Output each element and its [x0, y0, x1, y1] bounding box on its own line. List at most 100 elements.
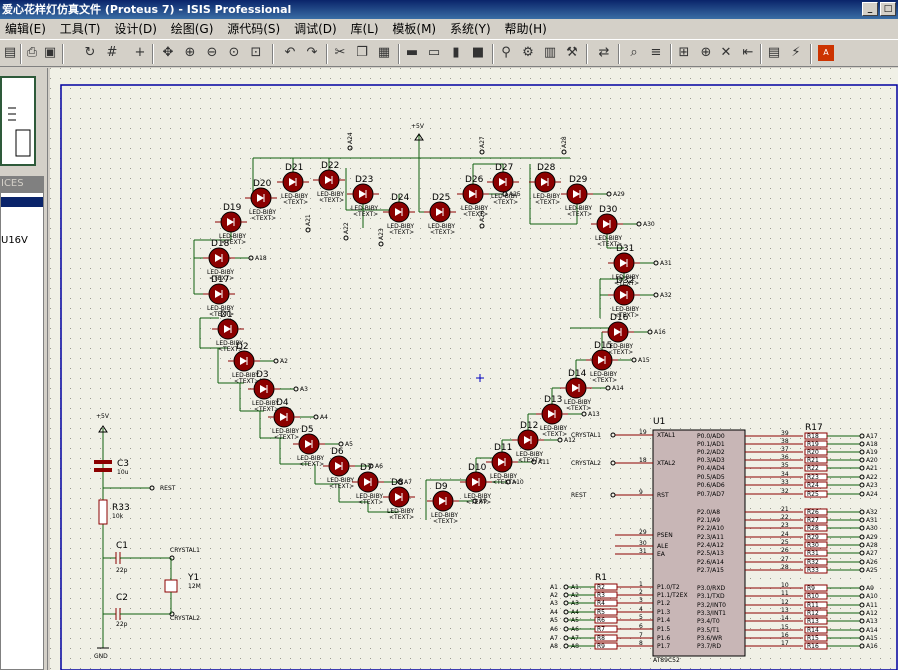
led-text-placeholder[interactable]: <TEXT>: [353, 211, 378, 218]
overview-window[interactable]: [0, 76, 36, 166]
led-net-label[interactable]: A16: [654, 329, 666, 336]
led-ref[interactable]: D3: [256, 370, 269, 380]
copy-icon[interactable]: ❐: [354, 45, 370, 61]
led-ref[interactable]: D19: [223, 203, 242, 213]
pick-device-icon[interactable]: ⚲: [498, 45, 514, 61]
add-sheet-icon[interactable]: ⊕: [698, 45, 714, 61]
schematic-svg[interactable]: +5VD21LED-BIBY<TEXT>D22LED-BIBY<TEXT>D23…: [50, 68, 898, 670]
menu-edit[interactable]: 编辑(E): [0, 19, 51, 39]
led-ref[interactable]: D27: [495, 163, 513, 173]
maximize-button[interactable]: □: [880, 2, 896, 16]
led-ref[interactable]: D17: [211, 275, 229, 285]
menu-graph[interactable]: 绘图(G): [166, 19, 219, 39]
zoom-area-icon[interactable]: ⊡: [248, 45, 264, 61]
led-net-label[interactable]: A31: [660, 260, 672, 267]
led-ref[interactable]: D11: [494, 443, 512, 453]
led-ref[interactable]: D16: [610, 313, 629, 323]
led-net-label[interactable]: A32: [660, 292, 672, 299]
decompose-icon[interactable]: ⚒: [564, 45, 580, 61]
led-text-placeholder[interactable]: <TEXT>: [251, 215, 276, 222]
menu-design[interactable]: 设计(D): [109, 19, 162, 39]
led-text-placeholder[interactable]: <TEXT>: [492, 479, 517, 486]
led-ref[interactable]: D25: [432, 193, 450, 203]
led-ref[interactable]: D23: [355, 175, 373, 185]
open-icon[interactable]: ▤: [2, 45, 18, 61]
print-icon[interactable]: ⎙: [24, 45, 40, 61]
led-text-placeholder[interactable]: <TEXT>: [299, 461, 324, 468]
schematic-canvas[interactable]: +5V D21 LED-BIBY <TEXT> D22 LED-BIBY <TEXT> D23…: [50, 68, 898, 670]
led-net-label[interactable]: A2: [280, 358, 288, 365]
search-icon[interactable]: ⌕: [626, 45, 642, 61]
led-ref[interactable]: D32: [616, 276, 634, 286]
block-delete-icon[interactable]: ■: [470, 45, 486, 61]
minimize-button[interactable]: _: [862, 2, 878, 16]
led-ref[interactable]: D31: [616, 244, 634, 254]
menu-debug[interactable]: 调试(D): [289, 19, 342, 39]
zoom-in-icon[interactable]: ⊕: [182, 45, 198, 61]
led-text-placeholder[interactable]: <TEXT>: [319, 197, 344, 204]
led-ref[interactable]: D24: [391, 193, 410, 203]
led-ref[interactable]: D28: [537, 163, 556, 173]
led-ref[interactable]: D13: [544, 395, 562, 405]
led-text-placeholder[interactable]: <TEXT>: [566, 405, 591, 412]
led-ref[interactable]: D29: [569, 175, 588, 185]
zoom-out-icon[interactable]: ⊖: [204, 45, 220, 61]
led-text-placeholder[interactable]: <TEXT>: [389, 229, 414, 236]
print-setup-icon[interactable]: ▣: [42, 45, 58, 61]
led-text-placeholder[interactable]: <TEXT>: [493, 199, 518, 206]
led-ref[interactable]: D8: [391, 478, 404, 488]
led-net-label[interactable]: A5: [345, 441, 353, 448]
led-ref[interactable]: D10: [468, 463, 487, 473]
led-ref[interactable]: D30: [599, 205, 618, 215]
make-device-icon[interactable]: ⚙: [520, 45, 536, 61]
menu-template[interactable]: 模板(M): [387, 19, 441, 39]
led-text-placeholder[interactable]: <TEXT>: [535, 199, 560, 206]
led-ref[interactable]: D7: [360, 463, 373, 473]
cut-icon[interactable]: ✂: [332, 45, 348, 61]
refresh-icon[interactable]: ↻: [82, 45, 98, 61]
led-text-placeholder[interactable]: <TEXT>: [430, 229, 455, 236]
led-ref[interactable]: D4: [276, 398, 289, 408]
led-text-placeholder[interactable]: <TEXT>: [329, 483, 354, 490]
led-ref[interactable]: D21: [285, 163, 303, 173]
led-net-label[interactable]: A15: [638, 357, 650, 364]
undo-icon[interactable]: ↶: [282, 45, 298, 61]
led-text-placeholder[interactable]: <TEXT>: [274, 434, 299, 441]
led-text-placeholder[interactable]: <TEXT>: [389, 514, 414, 521]
devices-list[interactable]: U16V: [0, 192, 44, 670]
led-ref[interactable]: D9: [435, 482, 448, 492]
property-tool-icon[interactable]: ≡: [648, 45, 664, 61]
menu-library[interactable]: 库(L): [346, 19, 384, 39]
led-ref[interactable]: D5: [301, 425, 314, 435]
led-ref[interactable]: D18: [211, 239, 230, 249]
led-text-placeholder[interactable]: <TEXT>: [358, 499, 383, 506]
block-rotate-icon[interactable]: ▮: [448, 45, 464, 61]
led-text-placeholder[interactable]: <TEXT>: [466, 499, 491, 506]
block-copy-icon[interactable]: ▬: [404, 45, 420, 61]
led-text-placeholder[interactable]: <TEXT>: [542, 431, 567, 438]
led-ref[interactable]: D1: [220, 310, 233, 320]
led-text-placeholder[interactable]: <TEXT>: [592, 377, 617, 384]
exit-to-parent-icon[interactable]: ⇤: [740, 45, 756, 61]
menu-source[interactable]: 源代码(S): [222, 19, 285, 39]
zoom-all-icon[interactable]: ⊙: [226, 45, 242, 61]
led-text-placeholder[interactable]: <TEXT>: [608, 349, 633, 356]
ares-icon[interactable]: A: [818, 45, 834, 61]
led-text-placeholder[interactable]: <TEXT>: [518, 457, 543, 464]
led-ref[interactable]: D22: [321, 161, 339, 171]
led-text-placeholder[interactable]: <TEXT>: [567, 211, 592, 218]
electrical-check-icon[interactable]: ⚡: [788, 45, 804, 61]
led-text-placeholder[interactable]: <TEXT>: [433, 518, 458, 525]
led-net-label[interactable]: A18: [255, 255, 267, 262]
redo-icon[interactable]: ↷: [304, 45, 320, 61]
grid-icon[interactable]: #: [104, 45, 120, 61]
origin-icon[interactable]: +: [132, 45, 148, 61]
led-net-label[interactable]: A6: [375, 463, 383, 470]
remove-sheet-icon[interactable]: ✕: [718, 45, 734, 61]
led-net-label[interactable]: A13: [588, 411, 600, 418]
led-text-placeholder[interactable]: <TEXT>: [283, 199, 308, 206]
led-ref[interactable]: D2: [236, 342, 249, 352]
paste-icon[interactable]: ▦: [376, 45, 392, 61]
new-sheet-icon[interactable]: ⊞: [676, 45, 692, 61]
led-net-label[interactable]: A7: [404, 479, 412, 486]
